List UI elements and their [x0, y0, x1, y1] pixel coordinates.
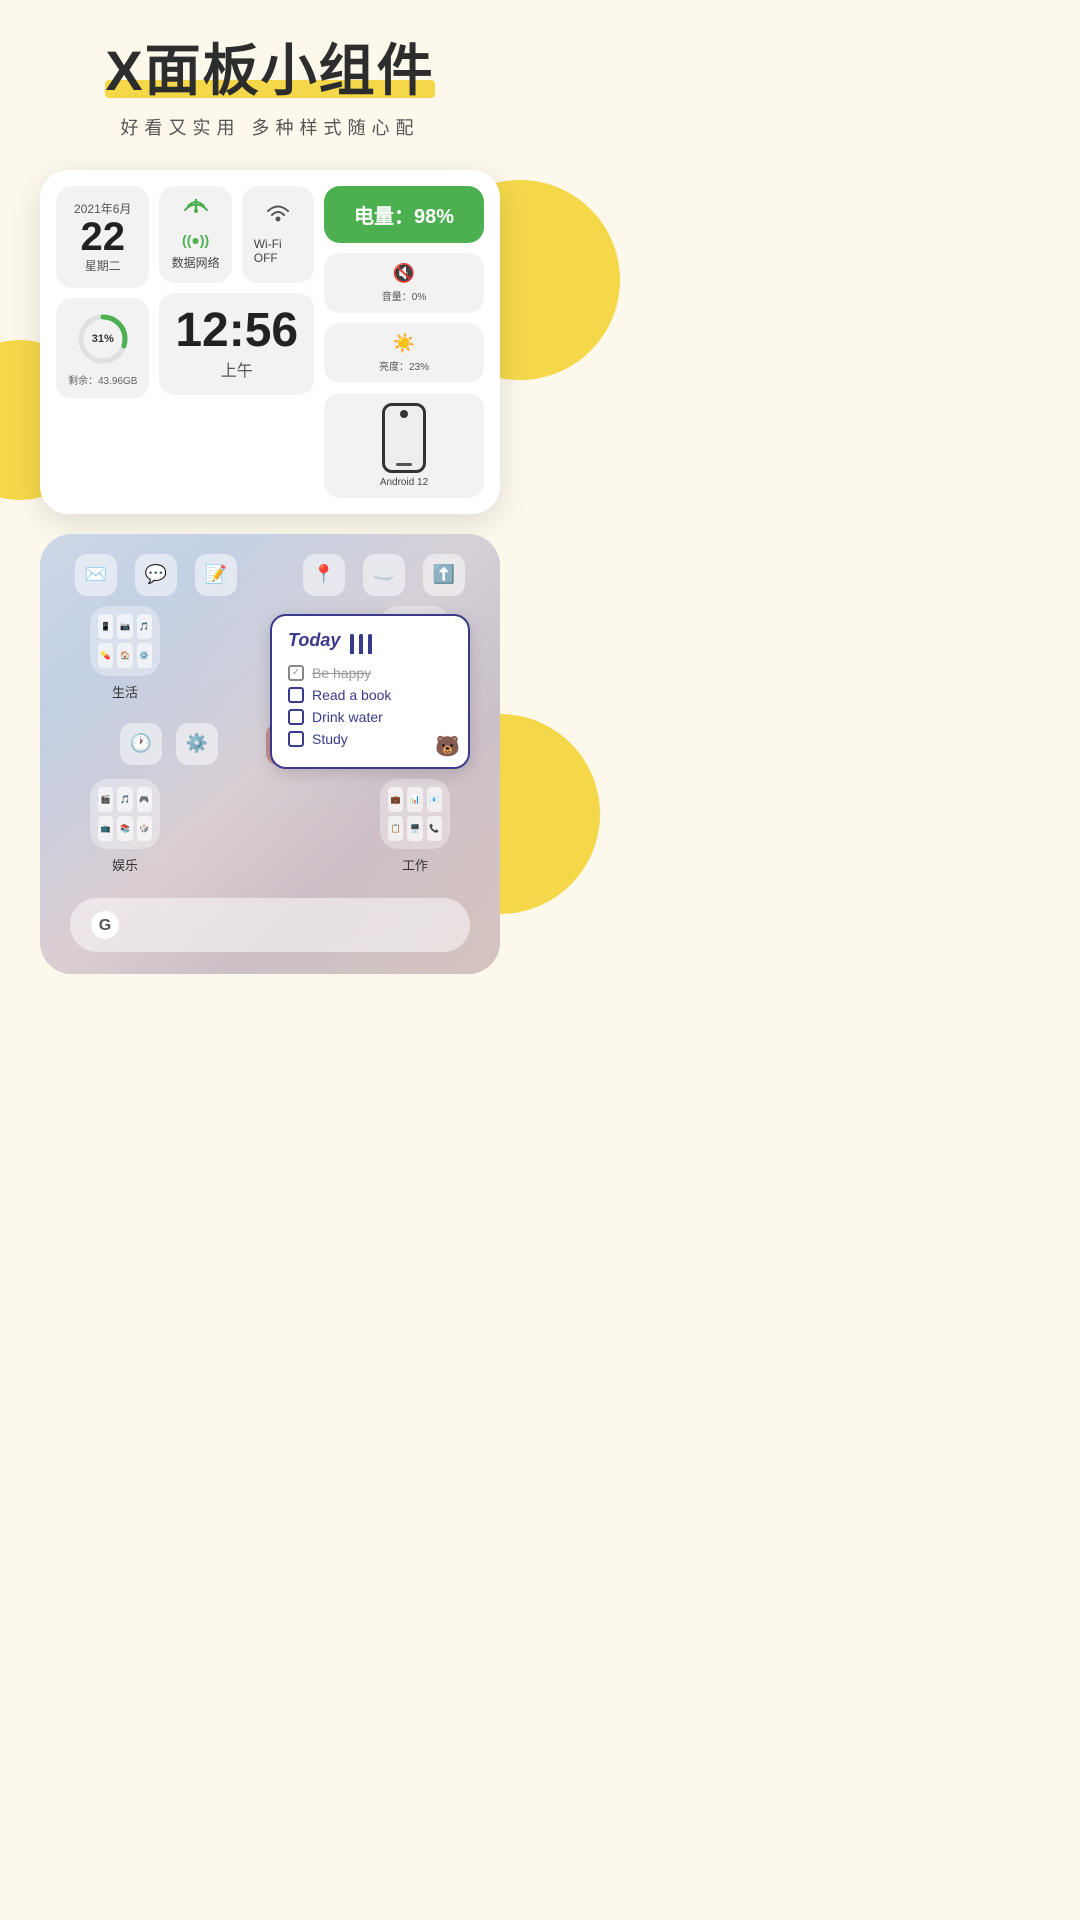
todo-text-4: Study [312, 731, 348, 747]
folder-work-label: 工作 [402, 855, 428, 874]
battery-cell: 电量：98% [324, 186, 484, 243]
storage-cell: 31% 剩余：43.96GB [56, 298, 149, 399]
top-app-icons: ✉️ 💬 📝 📍 ☁️ ⬆️ [40, 534, 500, 596]
todo-item-2: Read a book [288, 687, 452, 703]
storage-ring: 31% [74, 310, 132, 368]
todo-widget: Today ✓ Be happy Read a book Drink water [270, 614, 470, 769]
todo-item-3: Drink water [288, 709, 452, 725]
todo-title: Today [288, 630, 340, 651]
ring3 [368, 634, 372, 654]
audio-icon: 🔇 [393, 263, 415, 284]
wifi-cell: Wi-Fi OFF [242, 186, 314, 283]
date-day: 22 [80, 217, 125, 257]
folder-entertainment[interactable]: 🎬 🎵 🎮 📺 📚 🎲 娱乐 [90, 779, 160, 874]
brightness-cell: ☀️ 亮度：23% [324, 323, 484, 383]
mini-icon: 🖥️ [407, 816, 422, 841]
mini-icon: 🏠 [117, 643, 132, 668]
phone-screen: ✉️ 💬 📝 📍 ☁️ ⬆️ 📱 📷 🎵 💊 🏠 ⚙️ 生活 ✈️ 🗺️ 🏨 [40, 534, 500, 974]
network-wifi-row: ((●)) 数据网络 Wi-Fi OFF [159, 186, 314, 283]
mini-icon: 💼 [388, 787, 403, 812]
folder-work[interactable]: 💼 📊 📧 📋 🖥️ 📞 工作 [380, 779, 450, 874]
mini-icon: 📋 [388, 816, 403, 841]
wifi-icon [264, 203, 292, 231]
app-icon-message[interactable]: 💬 [135, 554, 177, 596]
app-icon-settings2[interactable]: ⚙️ [176, 723, 218, 765]
storage-percent: 31% [92, 333, 114, 345]
app-icon-clock[interactable]: 🕐 [120, 723, 162, 765]
ring2 [359, 634, 363, 654]
google-logo: G [90, 910, 120, 940]
network-label: 数据网络 [172, 254, 220, 271]
app-icon-mail[interactable]: ✉️ [75, 554, 117, 596]
phone-mockup [382, 403, 426, 473]
folders-row2: 🎬 🎵 🎮 📺 📚 🎲 娱乐 💼 📊 📧 📋 🖥️ 📞 工作 [40, 765, 500, 888]
brightness-icon: ☀️ [393, 333, 415, 354]
app-icon-doc[interactable]: 📝 [195, 554, 237, 596]
google-search-bar[interactable]: G [70, 898, 470, 952]
audio-cell: 🔇 音量：0% [324, 253, 484, 313]
mini-icon: 🎬 [98, 787, 113, 812]
folder-ent-grid: 🎬 🎵 🎮 📺 📚 🎲 [90, 779, 160, 849]
todo-item-1: ✓ Be happy [288, 665, 452, 681]
mini-icon: 🎵 [137, 614, 152, 639]
clock-time: 12:56 [175, 307, 298, 355]
app-icon-upload[interactable]: ⬆️ [423, 554, 465, 596]
header: X面板小组件 好看又实用 多种样式随心配 [0, 40, 540, 140]
phone-notch [400, 410, 408, 418]
app-icon-map[interactable]: 📍 [303, 554, 345, 596]
mini-icon: 📧 [427, 787, 442, 812]
subtitle: 好看又实用 多种样式随心配 [0, 114, 540, 140]
app-icon-weather[interactable]: ☁️ [363, 554, 405, 596]
mini-icon: 🎲 [137, 816, 152, 841]
network-cell: ((●)) 数据网络 [159, 186, 231, 283]
phone-label: Android 12 [380, 477, 428, 488]
todo-checkbox-1[interactable]: ✓ [288, 665, 304, 681]
todo-text-1: Be happy [312, 665, 371, 681]
mini-icon: 📊 [407, 787, 422, 812]
widget-card: 2021年6月 22 星期二 31% 剩余：43.96GB [40, 170, 500, 514]
svg-text:G: G [99, 917, 111, 934]
audio-label: 音量：0% [382, 288, 426, 303]
todo-checkbox-2[interactable] [288, 687, 304, 703]
todo-checkbox-3[interactable] [288, 709, 304, 725]
network-icon [182, 198, 210, 226]
todo-text-2: Read a book [312, 687, 391, 703]
ring1 [350, 634, 354, 654]
mini-icon: 📱 [98, 614, 113, 639]
widget-col2: ((●)) 数据网络 Wi-Fi OFF 12:56 上午 [159, 186, 314, 498]
phone-mockup-cell: Android 12 [324, 393, 484, 498]
clock-period: 上午 [221, 357, 253, 381]
mini-icon: ⚙️ [137, 643, 152, 668]
storage-remaining: 剩余：43.96GB [68, 372, 137, 387]
todo-bear-icon: 🐻 [435, 734, 460, 759]
mini-icon: 💊 [98, 643, 113, 668]
clock-cell: 12:56 上午 [159, 293, 314, 395]
mini-icon: 📺 [98, 816, 113, 841]
mini-icon: 🎮 [137, 787, 152, 812]
mini-icon: 📚 [117, 816, 132, 841]
widget-col1: 2021年6月 22 星期二 31% 剩余：43.96GB [56, 186, 149, 498]
folder-life-label: 生活 [112, 682, 138, 701]
battery-label: 电量：98% [354, 200, 454, 229]
mini-icon: 📷 [117, 614, 132, 639]
mini-icon: 🎵 [117, 787, 132, 812]
wifi-label: Wi-Fi OFF [254, 237, 302, 265]
date-weekday: 星期二 [85, 257, 121, 274]
todo-text-3: Drink water [312, 709, 383, 725]
date-cell: 2021年6月 22 星期二 [56, 186, 149, 288]
folder-work-grid: 💼 📊 📧 📋 🖥️ 📞 [380, 779, 450, 849]
mini-icon: 📞 [427, 816, 442, 841]
folder-life[interactable]: 📱 📷 🎵 💊 🏠 ⚙️ 生活 [90, 606, 160, 701]
phone-home-bar [396, 463, 412, 466]
page-title: X面板小组件 [105, 40, 434, 102]
brightness-label: 亮度：23% [379, 358, 429, 373]
folder-ent-label: 娱乐 [112, 855, 138, 874]
todo-item-4: Study [288, 731, 452, 747]
todo-checkbox-4[interactable] [288, 731, 304, 747]
folder-life-grid: 📱 📷 🎵 💊 🏠 ⚙️ [90, 606, 160, 676]
widget-col3: 电量：98% 🔇 音量：0% ☀️ 亮度：23% Android 12 [324, 186, 484, 498]
